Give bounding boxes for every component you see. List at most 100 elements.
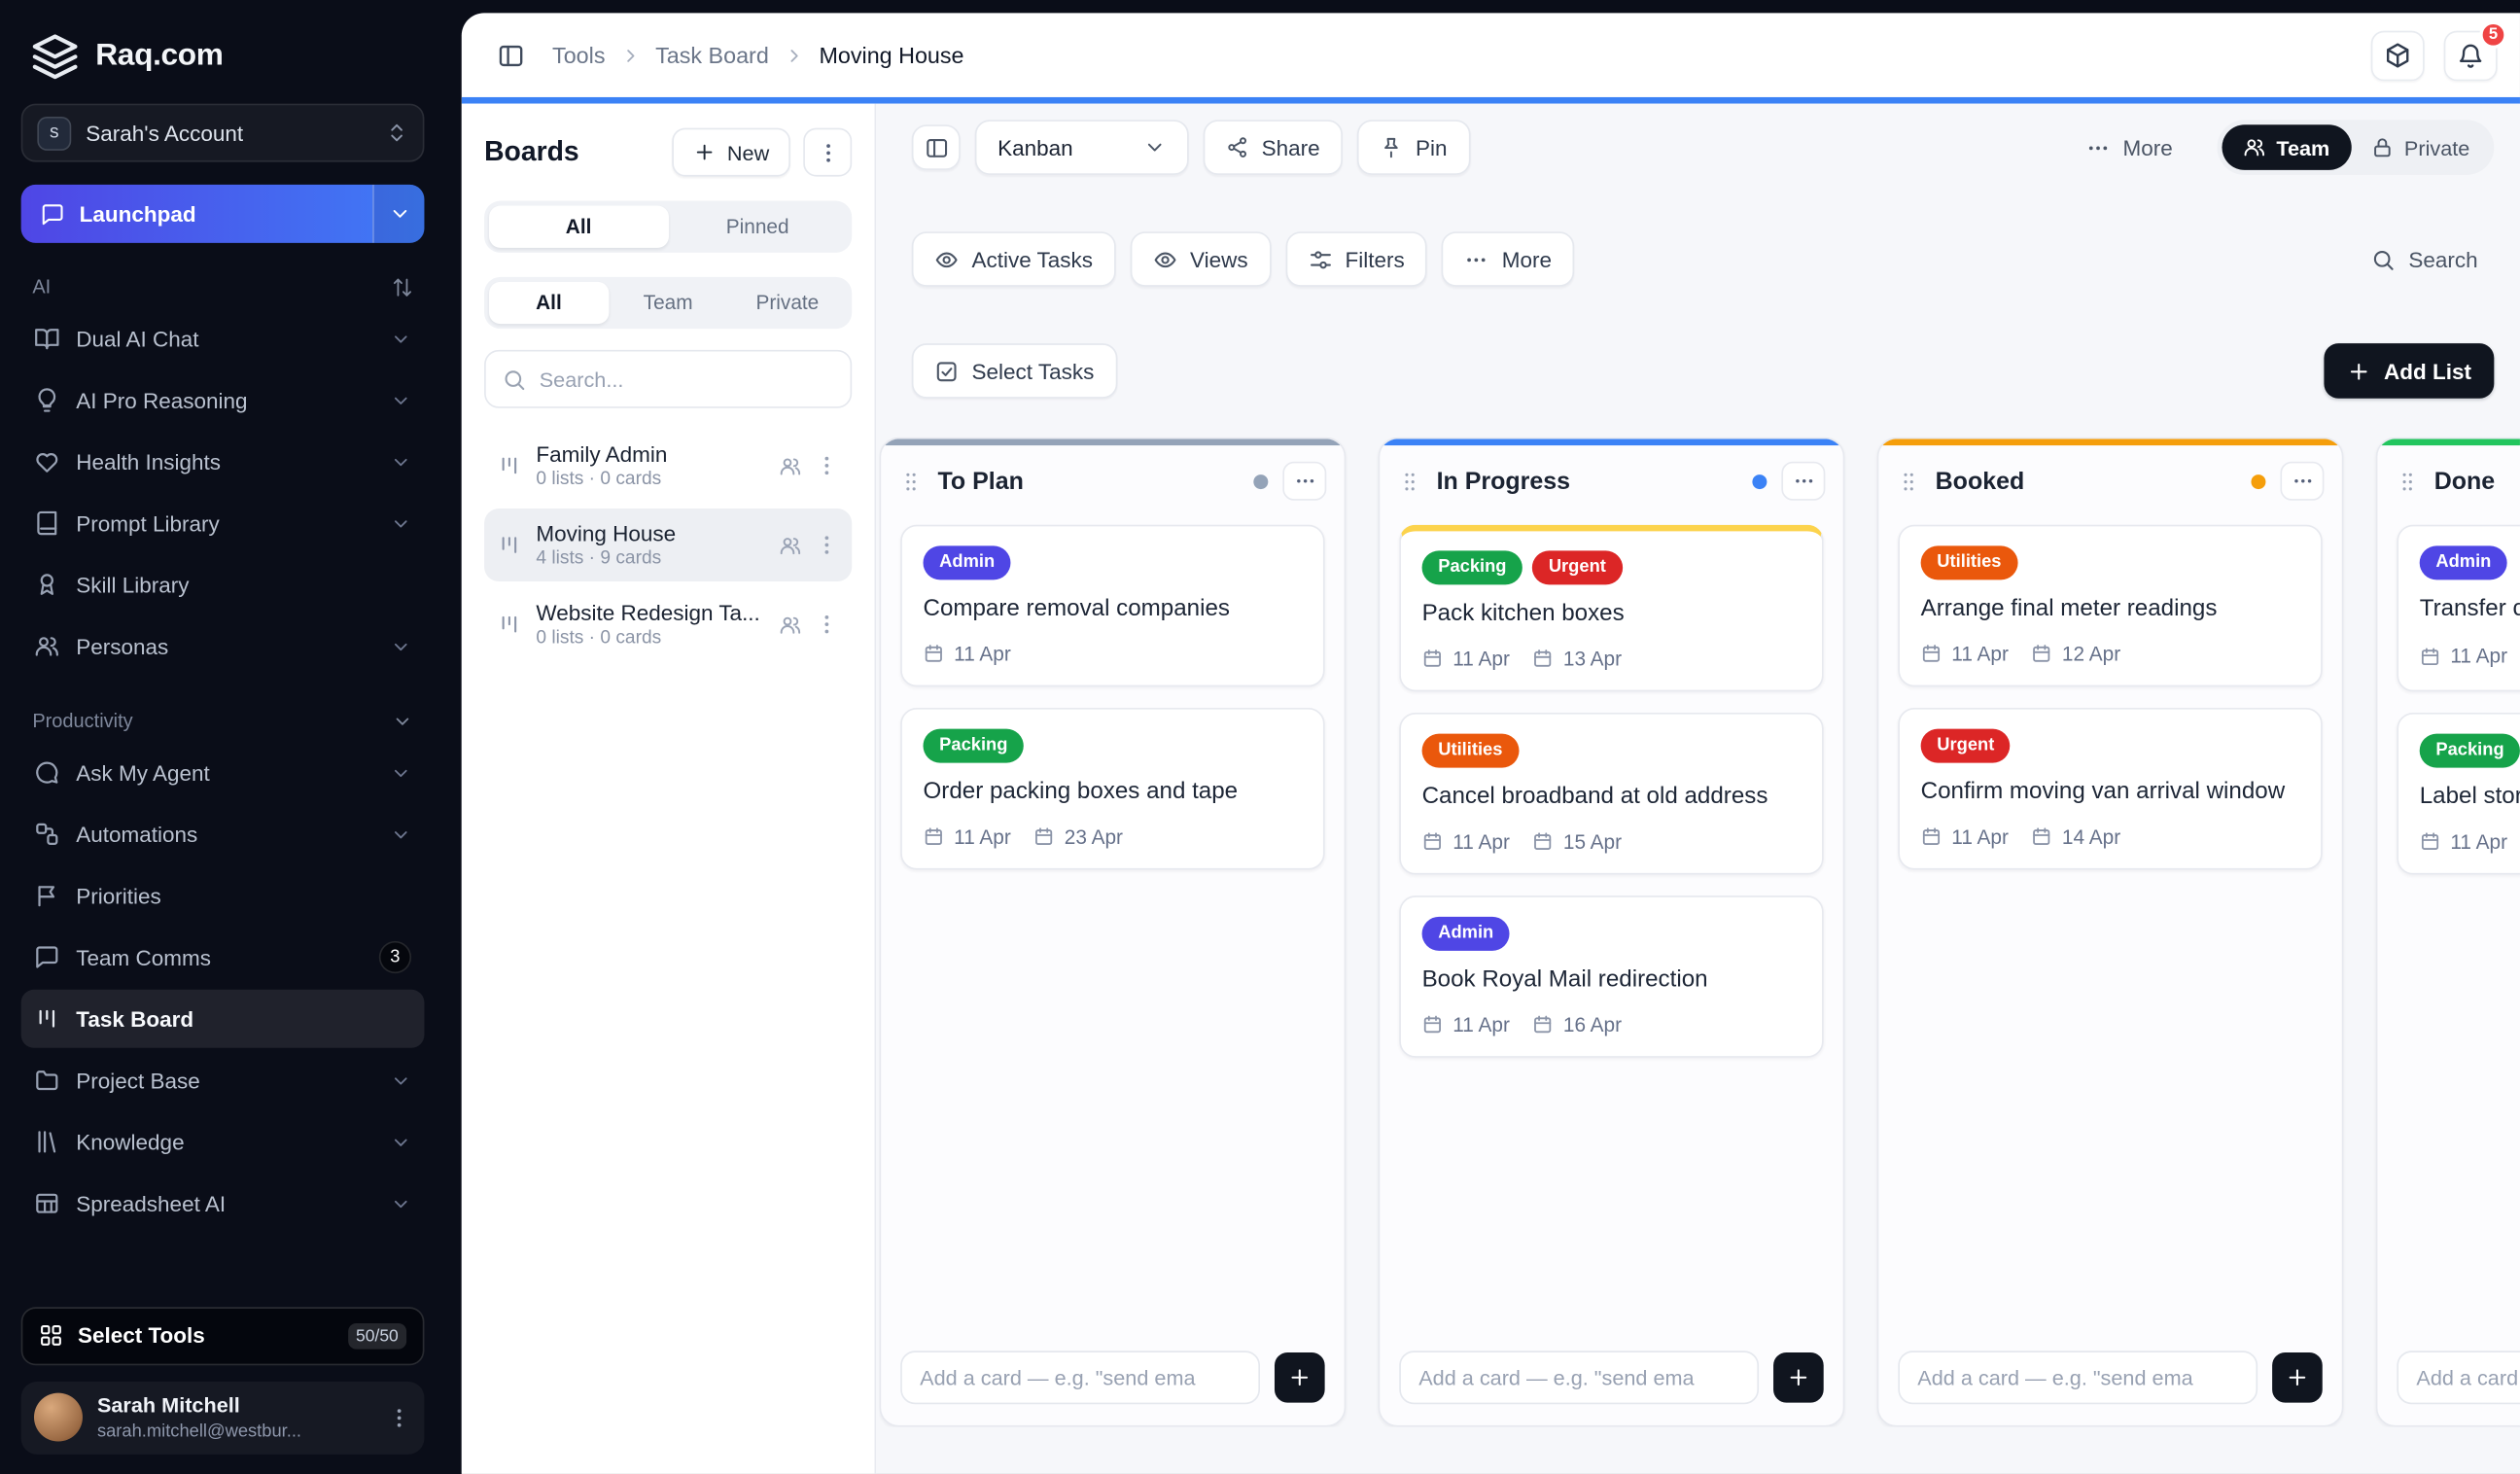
drag-handle-icon[interactable] <box>1897 469 1921 493</box>
new-board-button[interactable]: New <box>672 127 790 177</box>
task-card[interactable]: Urgent Confirm moving van arrival window… <box>1898 707 2323 870</box>
add-card-input[interactable] <box>900 1351 1260 1405</box>
column-menu-button[interactable] <box>1282 461 1327 501</box>
filters-toolbar: Active Tasks Views Filters More Search <box>911 231 2520 287</box>
visibility-private-button[interactable]: Private <box>2351 124 2489 170</box>
tab-scope-private[interactable]: Private <box>728 282 848 324</box>
tab-scope-all[interactable]: All <box>489 281 609 325</box>
breadcrumb-tools[interactable]: Tools <box>552 42 605 68</box>
add-card-input[interactable] <box>1399 1351 1760 1405</box>
board-item-website-redesign[interactable]: Website Redesign Ta... 0 lists · 0 cards <box>484 588 852 661</box>
drag-handle-icon[interactable] <box>1398 469 1422 493</box>
drag-handle-icon[interactable] <box>2396 469 2420 493</box>
more-button[interactable]: More <box>2070 120 2189 175</box>
views-button[interactable]: Views <box>1130 231 1271 287</box>
task-card[interactable]: Packing Order packing boxes and tape 11 … <box>900 707 1325 870</box>
sidebar-item-team-comms[interactable]: Team Comms 3 <box>21 929 425 987</box>
start-date: 11 Apr <box>1422 648 1510 671</box>
account-switcher[interactable]: s Sarah's Account <box>20 103 425 162</box>
sidebar-item-priorities[interactable]: Priorities <box>21 866 425 925</box>
more-vertical-icon[interactable] <box>387 1406 411 1430</box>
visibility-team-button[interactable]: Team <box>2221 124 2351 170</box>
calendar-icon <box>2420 831 2441 853</box>
sort-icon[interactable] <box>392 276 413 298</box>
sidebar-item-ai-pro-reasoning[interactable]: AI Pro Reasoning <box>21 370 425 429</box>
add-card-input[interactable] <box>1898 1351 2258 1405</box>
task-card[interactable]: Packing Label stor 11 Apr <box>2397 712 2520 875</box>
sidebar-item-knowledge[interactable]: Knowledge <box>21 1112 425 1171</box>
sidebar-item-prompt-library[interactable]: Prompt Library <box>21 494 425 552</box>
chevron-down-icon <box>390 328 411 349</box>
launchpad-button[interactable]: Launchpad <box>20 184 425 243</box>
column-menu-button[interactable] <box>2280 461 2325 501</box>
sidebar-toggle-button[interactable] <box>484 29 536 81</box>
avatar <box>33 1393 83 1443</box>
tab-all[interactable]: All <box>489 205 669 248</box>
tab-pinned[interactable]: Pinned <box>668 206 847 248</box>
add-card-input[interactable] <box>2397 1351 2520 1405</box>
select-tools-button[interactable]: Select Tools 50/50 <box>20 1306 425 1365</box>
card-title: Transfer c <box>2419 596 2520 623</box>
notifications-button[interactable]: 5 <box>2443 19 2507 81</box>
boards-scope-tabs: All Team Private <box>484 276 853 330</box>
integrations-button[interactable] <box>2370 29 2425 81</box>
board-name: Moving House <box>536 521 677 546</box>
user-menu[interactable]: Sarah Mitchell sarah.mitchell@westbur... <box>20 1381 425 1455</box>
sidebar-item-label: Task Board <box>76 1006 194 1032</box>
users-icon <box>779 454 801 476</box>
sidebar-item-task-board[interactable]: Task Board <box>20 989 425 1048</box>
column-status-dot <box>1752 474 1768 489</box>
board-item-family-admin[interactable]: Family Admin 0 lists · 0 cards <box>484 429 852 502</box>
active-tasks-button[interactable]: Active Tasks <box>911 231 1116 287</box>
account-initial: s <box>37 116 72 151</box>
select-tools-label: Select Tools <box>77 1323 205 1349</box>
filters-button[interactable]: Filters <box>1284 231 1428 287</box>
board-item-moving-house[interactable]: Moving House 4 lists · 9 cards <box>484 509 853 582</box>
calendar-icon <box>924 644 945 665</box>
more-vertical-icon[interactable] <box>815 533 839 557</box>
task-card[interactable]: Admin Compare removal companies 11 Apr <box>900 524 1325 687</box>
column-accent <box>2377 439 2520 446</box>
users-icon <box>2242 136 2264 158</box>
pin-button[interactable]: Pin <box>1356 120 1470 175</box>
boards-menu-button[interactable] <box>803 127 853 177</box>
task-card[interactable]: Utilities Cancel broadband at old addres… <box>1399 712 1824 875</box>
more-vertical-icon[interactable] <box>815 613 839 637</box>
task-card[interactable]: Packing Urgent Pack kitchen boxes 11 Apr… <box>1399 524 1824 692</box>
sidebar-item-skill-library[interactable]: Skill Library <box>21 555 425 614</box>
task-card[interactable]: Admin Book Royal Mail redirection 11 Apr… <box>1399 895 1824 1058</box>
more-vertical-icon[interactable] <box>815 453 839 477</box>
tag: Urgent <box>1532 550 1623 586</box>
boards-panel-title: Boards <box>484 135 579 167</box>
chevron-down-icon[interactable] <box>392 710 413 731</box>
view-mode-select[interactable]: Kanban <box>974 120 1189 175</box>
boards-search-input[interactable] <box>539 367 834 392</box>
launchpad-expand-button[interactable] <box>372 184 425 243</box>
more-filters-button[interactable]: More <box>1442 231 1575 287</box>
drag-handle-icon[interactable] <box>899 469 924 493</box>
add-card-button[interactable] <box>1773 1351 1824 1403</box>
add-list-button[interactable]: Add List <box>2324 343 2495 399</box>
sidebar-item-spreadsheet-ai[interactable]: Spreadsheet AI <box>21 1175 425 1233</box>
select-tasks-button[interactable]: Select Tasks <box>911 343 1117 399</box>
column-menu-button[interactable] <box>1781 461 1826 501</box>
tag: Admin <box>923 545 1011 581</box>
sidebar-item-personas[interactable]: Personas <box>21 617 425 676</box>
sidebar-item-automations[interactable]: Automations <box>21 805 425 863</box>
share-button[interactable]: Share <box>1203 120 1344 175</box>
tab-scope-team[interactable]: Team <box>609 282 728 324</box>
search-button[interactable]: Search <box>2355 231 2494 287</box>
sidebar-item-project-base[interactable]: Project Base <box>21 1051 425 1109</box>
sidebar-item-dual-ai-chat[interactable]: Dual AI Chat <box>21 309 425 368</box>
sidebar-item-health-insights[interactable]: Health Insights <box>21 433 425 491</box>
sidebar-item-ask-my-agent[interactable]: Ask My Agent <box>21 744 425 802</box>
add-card-button[interactable] <box>2272 1351 2323 1403</box>
card-title: Pack kitchen boxes <box>1421 601 1625 628</box>
task-card[interactable]: Admin Transfer c 11 Apr <box>2397 524 2520 692</box>
breadcrumb-task-board[interactable]: Task Board <box>655 42 769 68</box>
board-panel-toggle-button[interactable] <box>911 124 961 170</box>
task-card[interactable]: Utilities Arrange final meter readings 1… <box>1898 524 2323 687</box>
chat-icon <box>41 201 65 226</box>
add-card-button[interactable] <box>1274 1351 1325 1403</box>
book-icon <box>34 510 60 537</box>
